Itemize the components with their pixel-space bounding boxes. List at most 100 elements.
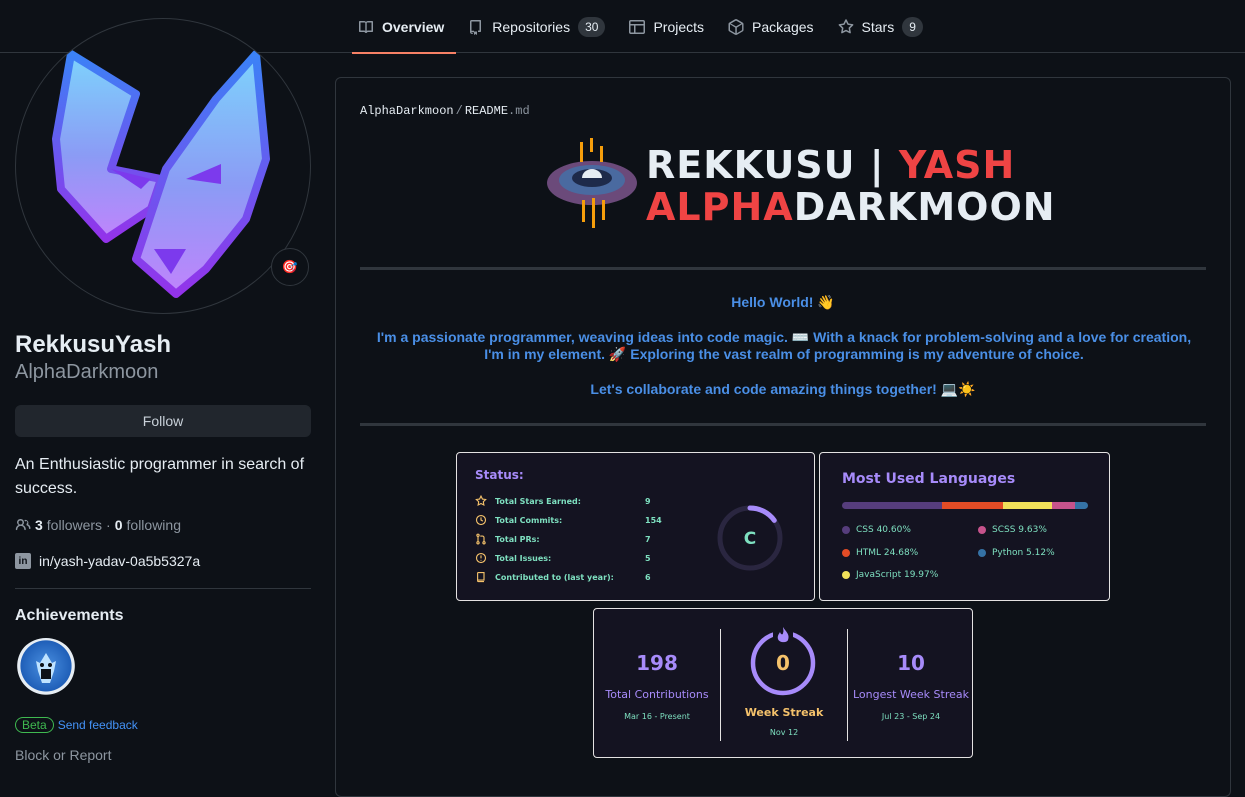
languages-title: Most Used Languages [842, 471, 1016, 487]
lang-bar-segment [941, 502, 1003, 509]
readme-paragraph: I'm a passionate programmer, weaving ide… [376, 329, 1192, 362]
lang-bar-segment [842, 502, 942, 509]
readme-divider-2 [360, 423, 1206, 426]
current-streak-value: 0 [776, 651, 790, 675]
longest-streak-value: 10 [897, 651, 925, 675]
profile-sidebar: 🎯 RekkusuYash AlphaDarkmoon Follow An En… [15, 18, 311, 763]
pull-request-icon [476, 533, 486, 545]
stat-label: Total Issues: [495, 553, 552, 563]
table-icon [629, 19, 646, 34]
profile-tabs: Overview Repositories 30 Projects Packag… [351, 0, 947, 54]
stat-value: 7 [645, 534, 651, 544]
status-emoji[interactable]: 🎯 [271, 248, 309, 286]
streak-divider-1 [720, 629, 721, 741]
repo-icon [477, 571, 485, 583]
banner-line2-white: DARKMOON [793, 185, 1056, 229]
tab-overview-label: Overview [382, 18, 445, 35]
tab-stars[interactable]: Stars 9 [838, 0, 935, 53]
lang-bar-segment [1002, 502, 1052, 509]
stat-row-stars: Total Stars Earned: 9 [475, 495, 651, 507]
lang-dot [842, 526, 850, 534]
tab-packages[interactable]: Packages [728, 0, 825, 53]
current-streak-label: Week Streak [744, 706, 824, 719]
star-icon [838, 18, 853, 33]
people-icon [15, 518, 31, 531]
lang-item-scss: SCSS 9.63% [978, 525, 1047, 535]
stat-row-commits: Total Commits: 154 [475, 514, 662, 526]
stat-row-prs: Total PRs: 7 [475, 533, 651, 545]
issue-icon [475, 552, 487, 564]
grade-ring: C [717, 505, 783, 571]
profile-fullname: RekkusuYash [15, 331, 172, 358]
profile-username: AlphaDarkmoon [15, 361, 159, 383]
stat-label: Contributed to (last year): [495, 572, 614, 582]
stat-label: Total Stars Earned: [495, 496, 581, 506]
grade-letter: C [744, 529, 756, 549]
streak-ring: 0 [750, 625, 816, 696]
longest-streak-range: Jul 23 - Sep 24 [881, 712, 941, 721]
lang-label: SCSS 9.63% [992, 525, 1047, 535]
follow-stats: 3 followers · 0 following [15, 517, 311, 533]
lang-label: JavaScript 19.97% [856, 570, 939, 580]
readme-file-link[interactable]: README [465, 104, 508, 118]
lang-label: HTML 24.68% [856, 548, 919, 558]
readme-path: AlphaDarkmoon / README.md [360, 104, 530, 118]
followers-label[interactable]: followers [47, 517, 102, 533]
path-separator: / [455, 104, 463, 118]
achievements-title[interactable]: Achievements [15, 607, 311, 625]
following-count[interactable]: 0 [115, 517, 123, 533]
stat-value: 154 [645, 515, 662, 525]
tab-repositories-label: Repositories [492, 18, 571, 35]
lang-item-javascript: JavaScript 19.97% [842, 570, 938, 580]
beta-row: Beta Send feedback [15, 717, 311, 733]
total-contributions-value: 198 [636, 651, 678, 675]
banner-line1-red: YASH [898, 143, 1016, 187]
book-icon [359, 20, 373, 33]
readme-owner-link[interactable]: AlphaDarkmoon [360, 104, 454, 118]
block-report-link[interactable]: Block or Report [15, 747, 311, 763]
profile-bio: An Enthusiastic programmer in search of … [15, 456, 305, 497]
stat-row-issues: Total Issues: 5 [475, 552, 651, 564]
tab-projects-label: Projects [653, 18, 705, 35]
banner-line2-red: ALPHA [646, 185, 794, 229]
tab-overview[interactable]: Overview [351, 0, 457, 54]
lang-dot [842, 549, 850, 557]
repo-icon [470, 19, 482, 35]
tab-projects[interactable]: Projects [629, 0, 716, 53]
followers-count[interactable]: 3 [35, 517, 43, 533]
top-languages-card: Most Used Languages CSS 40.60% HTML 24.6… [819, 452, 1110, 601]
following-label[interactable]: following [127, 517, 181, 533]
follow-button[interactable]: Follow [15, 405, 311, 437]
github-stats-card: Status: Total Stars Earned: 9 Total Comm… [456, 452, 815, 601]
stat-value: 6 [645, 572, 651, 582]
package-icon [728, 18, 744, 35]
readme-collab: Let's collaborate and code amazing thing… [590, 381, 976, 397]
lang-bar-segment [1051, 502, 1076, 509]
avatar[interactable] [15, 18, 311, 314]
lang-item-html: HTML 24.68% [842, 548, 918, 558]
achievement-badge[interactable] [15, 638, 77, 700]
tab-repositories[interactable]: Repositories 30 [468, 0, 617, 53]
current-streak-date: Nov 12 [769, 728, 799, 737]
longest-streak-label: Longest Week Streak [852, 688, 969, 701]
stat-row-contributed: Contributed to (last year): 6 [475, 571, 651, 583]
lang-dot [842, 571, 850, 579]
readme-box: AlphaDarkmoon / README.md REKKUSU | YASH A… [335, 77, 1231, 797]
beta-badge: Beta [15, 717, 54, 733]
linkedin-icon: in [15, 553, 31, 569]
repositories-count: 30 [578, 16, 606, 37]
tab-packages-label: Packages [752, 18, 814, 35]
stat-label: Total Commits: [495, 515, 563, 525]
readme-divider-1 [360, 267, 1206, 270]
linkedin-row: in in/yash-yadav-0a5b5327a [15, 553, 311, 569]
avatar-container: 🎯 [15, 18, 311, 314]
sidebar-divider [15, 588, 311, 589]
linkedin-link[interactable]: in/yash-yadav-0a5b5327a [39, 553, 200, 569]
send-feedback-link[interactable]: Send feedback [58, 718, 138, 732]
lang-bar-segment [1075, 502, 1088, 509]
stat-value: 5 [645, 553, 651, 563]
total-contributions-label: Total Contributions [605, 688, 709, 701]
banner-text: REKKUSU | YASH ALPHADARKMOON [646, 144, 1056, 228]
streak-divider-2 [847, 629, 848, 741]
readme-file-ext: .md [508, 104, 530, 118]
